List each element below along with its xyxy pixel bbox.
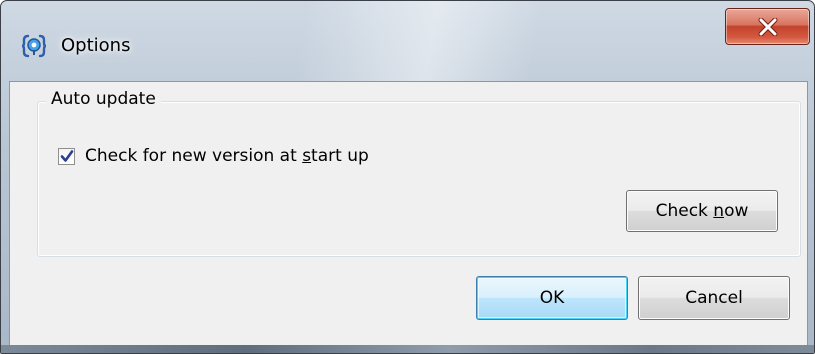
options-dialog-window: Options Auto update Check for new versio…	[0, 0, 815, 354]
checkbox-box[interactable]	[58, 147, 75, 165]
window-title: Options	[61, 35, 131, 56]
cancel-button[interactable]: Cancel	[638, 276, 790, 320]
check-at-startup-checkbox[interactable]: Check for new version at start up	[58, 145, 369, 167]
close-button[interactable]	[725, 8, 810, 45]
close-icon	[758, 18, 778, 36]
checkmark-icon	[60, 149, 74, 162]
check-now-button[interactable]: Check now	[626, 190, 778, 232]
auto-update-groupbox	[37, 101, 801, 257]
auto-update-group-label: Auto update	[46, 89, 161, 109]
checkbox-label: Check for new version at start up	[85, 146, 369, 166]
ok-button[interactable]: OK	[476, 276, 628, 320]
title-bar[interactable]: Options	[1, 1, 814, 81]
check-now-label: Check now	[655, 201, 749, 221]
dialog-client-area: Auto update Check for new version at sta…	[9, 81, 808, 347]
app-options-icon	[21, 33, 47, 59]
